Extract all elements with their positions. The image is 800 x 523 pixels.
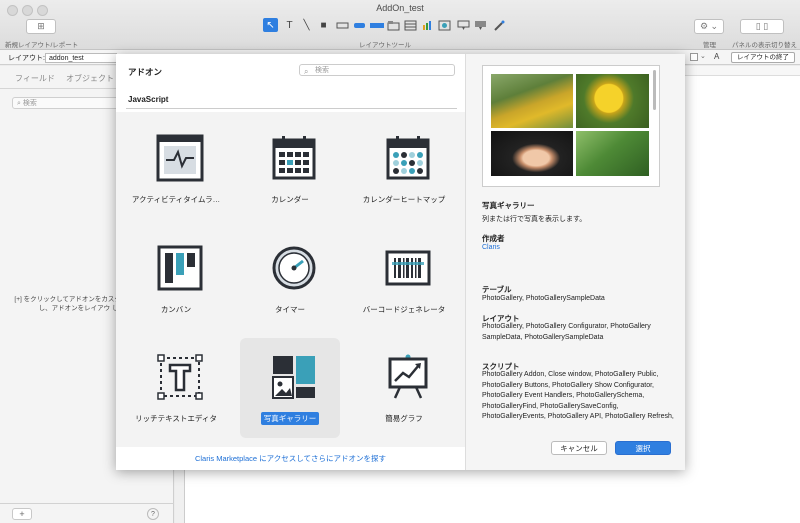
new-layout-label: 新規レイアウト/レポート xyxy=(5,42,79,49)
gear-icon: ⚙ ⌄ xyxy=(699,21,719,31)
addon-tile-simple-chart[interactable]: 簡易グラフ xyxy=(354,338,454,438)
add-addon-button[interactable]: + xyxy=(12,508,32,520)
dialog-header: アドオン ⌕ 検索 xyxy=(116,54,465,94)
button-tool[interactable] xyxy=(352,18,367,32)
dialog-title: アドオン xyxy=(128,67,163,77)
layout-label: レイアウト: xyxy=(8,55,45,62)
addon-label: 簡易グラフ xyxy=(385,414,423,423)
addon-description: 列または行で写真を表示します。 xyxy=(482,216,587,223)
addon-tile-activity-timeline[interactable]: アクティビティタイムラ… xyxy=(126,119,226,219)
popover-button-tool[interactable] xyxy=(473,18,488,32)
addon-search-placeholder: 検索 xyxy=(315,67,329,74)
line-tool[interactable]: ╲ xyxy=(299,18,314,32)
addon-name: 写真ギャラリー xyxy=(482,201,535,210)
addon-grid: アクティビティタイムラ… カレンダー カレンダーヒートマップ カンバン タイマー… xyxy=(116,112,465,447)
addon-label-selected: 写真ギャラリー xyxy=(260,412,320,425)
select-button[interactable]: 選択 xyxy=(615,441,671,455)
manage-label: 管理 xyxy=(703,42,716,49)
new-layout-button[interactable]: ⊞ xyxy=(26,19,56,34)
addon-tile-rich-text[interactable]: リッチテキストエディタ xyxy=(126,338,226,438)
layout-bar-right: ⌄ A レイアウトの終了 xyxy=(686,50,800,65)
simple-chart-icon xyxy=(388,354,428,399)
addon-label: カンバン xyxy=(160,305,192,314)
addon-label: カレンダー xyxy=(271,195,309,204)
timer-icon xyxy=(272,246,316,290)
addon-list-pane: アドオン ⌕ 検索 JavaScript アクティビティタイムラ… カレンダー … xyxy=(116,54,465,470)
addon-label: カレンダーヒートマップ xyxy=(362,195,446,204)
layout-icon[interactable] xyxy=(690,53,698,61)
field-tool[interactable] xyxy=(335,18,350,32)
aa-button[interactable]: A xyxy=(714,52,719,61)
preview-photo-leaves xyxy=(576,131,649,176)
rich-text-icon xyxy=(157,354,203,400)
addon-search-input[interactable]: ⌕ 検索 xyxy=(299,64,455,76)
portal-tool[interactable] xyxy=(403,18,418,32)
preview-photo-flowers-field xyxy=(491,74,573,128)
addon-tile-barcode[interactable]: バーコードジェネレータ xyxy=(354,229,454,329)
scripts-list: PhotoGallery Addon, Close window, PhotoG… xyxy=(482,371,674,420)
tables-list: PhotoGallery, PhotoGallerySampleData xyxy=(482,295,605,302)
preview-photo-yellow-flower xyxy=(576,74,649,128)
layout-tools-label: レイアウトツール xyxy=(359,42,411,49)
search-icon: ⌕ xyxy=(304,67,309,76)
popover-tool[interactable] xyxy=(456,18,471,32)
help-icon[interactable]: ? xyxy=(147,508,159,520)
exit-layout-button[interactable]: レイアウトの終了 xyxy=(731,52,795,63)
addon-tile-calendar[interactable]: カレンダー xyxy=(240,119,340,219)
web-viewer-tool[interactable] xyxy=(437,18,452,32)
shape-tool[interactable]: ■ xyxy=(316,18,331,32)
kanban-icon xyxy=(157,245,203,291)
chevron-down-icon[interactable]: ⌄ xyxy=(700,52,706,60)
photo-gallery-icon xyxy=(272,356,315,399)
window-toolbar: AddOn_test ⊞ 新規レイアウト/レポート ↖ T ╲ ■ レイアウトツ… xyxy=(0,0,800,50)
manage-button[interactable]: ⚙ ⌄ xyxy=(694,19,724,34)
pointer-tool[interactable]: ↖ xyxy=(263,18,278,32)
addon-label: タイマー xyxy=(275,305,305,314)
window-title: AddOn_test xyxy=(376,3,424,13)
panel-toggle-button[interactable]: ▯ ▯ xyxy=(740,19,784,34)
addon-label: リッチテキストエディタ xyxy=(135,414,217,423)
sidebar-toggle-icon: ▯ ▯ xyxy=(755,21,769,31)
marketplace-link[interactable]: Claris Marketplace にアクセスしてさらにアドオンを探す xyxy=(116,447,465,470)
plus-icon: ⊞ xyxy=(37,21,45,31)
tab-objects[interactable]: オブジェクト xyxy=(66,73,114,84)
section-heading: JavaScript xyxy=(128,95,169,104)
addon-details-pane: 写真ギャラリー 列または行で写真を表示します。 作成者 Claris テーブル … xyxy=(465,54,685,470)
addon-tile-calendar-heatmap[interactable]: カレンダーヒートマップ xyxy=(354,119,454,219)
author-heading: 作成者 xyxy=(482,234,505,243)
calendar-heatmap-icon xyxy=(386,136,430,180)
layouts-list: PhotoGallery, PhotoGallery Configurator,… xyxy=(482,323,651,341)
preview-scrollbar xyxy=(653,70,656,110)
addon-tile-kanban[interactable]: カンバン xyxy=(126,229,226,329)
calendar-icon xyxy=(272,136,316,180)
panel-toggle-label: パネルの表示切り替え xyxy=(732,42,797,49)
format-painter-tool[interactable] xyxy=(492,18,507,32)
addon-label: アクティビティタイムラ… xyxy=(131,195,221,204)
tab-fields[interactable]: フィールド xyxy=(15,73,55,84)
section-divider xyxy=(126,108,457,109)
cancel-button[interactable]: キャンセル xyxy=(551,441,607,455)
author-link[interactable]: Claris xyxy=(482,244,500,251)
vertical-ruler xyxy=(175,470,185,523)
tab-control-tool[interactable] xyxy=(386,18,401,32)
layout-select[interactable]: addon_test xyxy=(45,53,117,63)
addon-tile-photo-gallery[interactable]: 写真ギャラリー xyxy=(240,338,340,438)
barcode-icon xyxy=(385,250,431,286)
left-panel-footer: + ? xyxy=(0,503,174,523)
text-tool[interactable]: T xyxy=(282,18,297,32)
chart-tool[interactable] xyxy=(420,18,435,32)
preview-photo-baby xyxy=(491,131,573,176)
addon-tile-timer[interactable]: タイマー xyxy=(240,229,340,329)
activity-timeline-icon xyxy=(156,134,204,182)
addon-label: 写真ギャラリー xyxy=(230,412,350,425)
addon-label: バーコードジェネレータ xyxy=(362,305,446,314)
button-bar-tool[interactable] xyxy=(369,18,384,32)
addon-dialog: アドオン ⌕ 検索 JavaScript アクティビティタイムラ… カレンダー … xyxy=(116,54,685,470)
addon-preview-image xyxy=(482,65,660,187)
left-search-placeholder: 検索 xyxy=(22,100,37,107)
